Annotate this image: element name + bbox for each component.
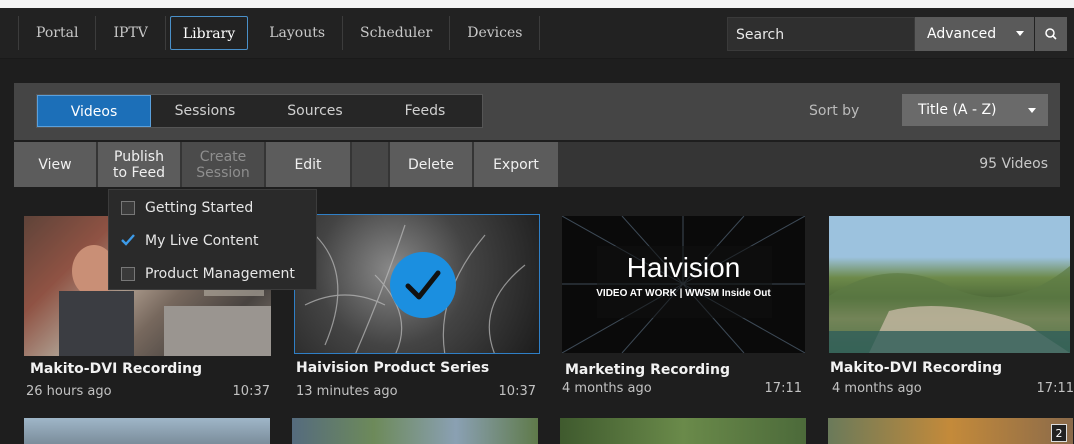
- create-line2: Session: [196, 164, 250, 181]
- create-session-button[interactable]: Create Session: [182, 142, 264, 187]
- video-age: 13 minutes ago: [296, 384, 398, 399]
- video-card-selected[interactable]: Haivision Product Series 13 minutes ago …: [294, 214, 542, 406]
- video-duration: 10:37: [232, 384, 270, 399]
- feed-option-my-live-content[interactable]: My Live Content: [121, 231, 259, 251]
- video-title: Makito-DVI Recording: [30, 361, 203, 377]
- edit-button[interactable]: Edit: [266, 142, 350, 187]
- video-duration: 17:11: [764, 381, 802, 396]
- checkbox-unchecked[interactable]: [121, 267, 135, 281]
- video-thumbnail[interactable]: 2: [828, 418, 1073, 444]
- landscape-image: [829, 266, 1070, 353]
- sort-value: Title (A - Z): [918, 102, 997, 118]
- brand-logo-text: Haivision: [626, 252, 741, 283]
- video-duration: 10:37: [498, 384, 536, 399]
- checkbox-unchecked[interactable]: [121, 201, 135, 215]
- feed-option-label: Product Management: [145, 266, 295, 282]
- tab-sources[interactable]: Sources: [259, 95, 371, 127]
- video-thumbnail[interactable]: [560, 418, 806, 444]
- view-button[interactable]: View: [14, 142, 96, 187]
- chevron-down-icon: [1028, 108, 1036, 113]
- video-card[interactable]: Makito-DVI Recording 4 months ago 17:11: [829, 216, 1074, 406]
- video-thumbnail[interactable]: [829, 216, 1070, 353]
- publish-line1: Publish: [114, 148, 164, 165]
- foliage-image: [304, 224, 526, 353]
- video-count: 95 Videos: [979, 156, 1048, 172]
- advanced-label: Advanced: [927, 26, 997, 42]
- check-icon: [121, 234, 135, 246]
- search-input[interactable]: Search: [727, 17, 915, 51]
- feed-option-label: Getting Started: [145, 200, 254, 216]
- library-tabs: Videos Sessions Sources Feeds: [36, 94, 483, 128]
- publish-to-feed-button[interactable]: Publish to Feed: [98, 142, 180, 187]
- nav-portal[interactable]: Portal: [18, 16, 97, 50]
- nav-scheduler[interactable]: Scheduler: [343, 16, 451, 50]
- delete-button[interactable]: Delete: [390, 142, 472, 187]
- advanced-search-button[interactable]: Advanced: [915, 17, 1034, 51]
- publish-line2: to Feed: [113, 164, 165, 181]
- search-button[interactable]: [1035, 17, 1067, 51]
- sort-label: Sort by: [809, 103, 860, 119]
- feed-option-getting-started[interactable]: Getting Started: [121, 198, 253, 218]
- video-thumbnail[interactable]: [292, 418, 538, 444]
- video-thumbnail[interactable]: Haivision VIDEO AT WORK | WWSM Inside Ou…: [562, 216, 805, 353]
- video-thumbnail[interactable]: [294, 214, 540, 354]
- video-age: 4 months ago: [832, 381, 922, 396]
- brand-tagline: VIDEO AT WORK | WWSM Inside Out: [596, 288, 771, 299]
- chevron-down-icon: [1016, 31, 1024, 36]
- window-top-edge: [0, 0, 1074, 8]
- action-toolbar: View Publish to Feed Create Session Edit…: [14, 142, 1060, 187]
- export-button[interactable]: Export: [474, 142, 558, 187]
- main-menu: Portal IPTV Library Layouts Scheduler De…: [18, 16, 541, 50]
- nav-devices[interactable]: Devices: [450, 16, 541, 50]
- tunnel-graphic: [562, 216, 805, 353]
- feed-option-label: My Live Content: [145, 233, 259, 249]
- search-icon: [1045, 28, 1057, 40]
- library-header: Videos Sessions Sources Feeds Sort by Ti…: [14, 83, 1060, 140]
- tab-sessions[interactable]: Sessions: [151, 95, 259, 127]
- count-badge: 2: [1051, 424, 1067, 442]
- sort-select[interactable]: Title (A - Z): [902, 94, 1048, 126]
- nav-layouts[interactable]: Layouts: [252, 16, 344, 50]
- nav-iptv[interactable]: IPTV: [96, 16, 166, 50]
- video-card[interactable]: Haivision VIDEO AT WORK | WWSM Inside Ou…: [562, 216, 808, 406]
- video-age: 26 hours ago: [26, 384, 112, 399]
- feed-option-product-management[interactable]: Product Management: [121, 264, 295, 284]
- video-title: Makito-DVI Recording: [830, 360, 1003, 376]
- feed-dropdown: Getting Started My Live Content Product …: [108, 189, 317, 290]
- video-title: Haivision Product Series: [296, 360, 490, 376]
- tab-feeds[interactable]: Feeds: [371, 95, 479, 127]
- nav-library[interactable]: Library: [169, 16, 249, 50]
- video-title: Marketing Recording: [565, 362, 730, 378]
- tab-videos[interactable]: Videos: [37, 95, 151, 127]
- create-line1: Create: [199, 148, 247, 165]
- video-age: 4 months ago: [562, 381, 652, 396]
- checkbox-checked[interactable]: [121, 234, 135, 248]
- toolbar-spacer: [352, 142, 388, 187]
- video-duration: 17:11: [1036, 381, 1074, 396]
- video-thumbnail[interactable]: [24, 418, 270, 444]
